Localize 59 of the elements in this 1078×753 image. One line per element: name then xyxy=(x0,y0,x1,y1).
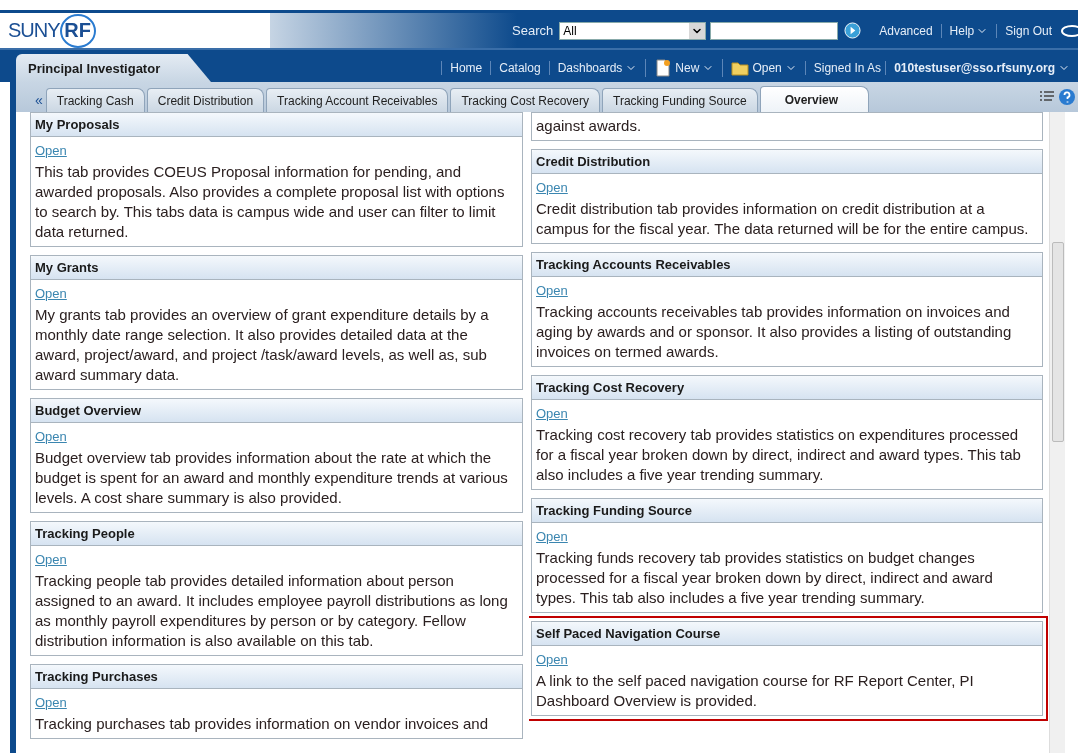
search-scope-dropdown[interactable]: All xyxy=(559,21,707,40)
page-tab[interactable]: Tracking Cost Recovery xyxy=(450,88,600,112)
page-tab[interactable]: Tracking Cash xyxy=(45,88,145,112)
open-link[interactable]: Open xyxy=(35,140,67,162)
page-tab[interactable]: Tracking Account Receivables xyxy=(266,88,449,112)
open-link[interactable]: Open xyxy=(536,280,568,302)
chat-icon[interactable] xyxy=(1060,23,1078,38)
folder-icon xyxy=(731,59,750,77)
new-document-icon xyxy=(654,59,673,77)
page-tab[interactable]: Credit Distribution xyxy=(146,88,265,112)
open-link[interactable]: Open xyxy=(536,649,568,671)
search-label: Search xyxy=(512,23,554,38)
nav-link[interactable]: Catalog xyxy=(490,61,549,75)
user-menu[interactable]: 010testuser@sso.rfsuny.org xyxy=(885,61,1078,75)
card-title: Self Paced Navigation Course xyxy=(532,622,1042,646)
open-link[interactable]: Open xyxy=(536,403,568,425)
go-icon[interactable] xyxy=(844,22,862,39)
search-field[interactable] xyxy=(710,21,839,40)
card-description: Tracking accounts receivables tab provides information on invoices and aging by awards and or sponsor. It also provides a listing of outstanding invoices on termed awards. xyxy=(536,302,1013,362)
open-link[interactable]: Open xyxy=(35,426,67,448)
open-link[interactable]: Open xyxy=(35,283,67,305)
nav-link[interactable]: New xyxy=(645,59,723,77)
open-link[interactable]: Open xyxy=(536,526,568,548)
card-description: A link to the self paced navigation course for RF Report Center, PI Dashboard Overview is provided. xyxy=(536,671,975,711)
card-title: Budget Overview xyxy=(31,399,522,423)
card-description: against awards. xyxy=(536,116,643,136)
card-description: Tracking people tab provides detailed information about person assigned to an award. It includes employee payroll distributions as long as monthly payroll expenditures by person or by category. Fellow distribution information is also available on this tab. xyxy=(35,571,509,651)
scrollbar[interactable] xyxy=(1049,112,1065,753)
card-description: Tracking funds recovery tab provides statistics on budget changes processed for a fiscal year broken down by direct, indirect and award types. This tab also includes a five year trending summary. xyxy=(536,548,994,608)
dashboard-title-tab[interactable]: Principal Investigator xyxy=(16,54,211,82)
page-tab[interactable]: Overview xyxy=(759,86,869,112)
card-title: Tracking People xyxy=(31,522,522,546)
open-link[interactable]: Open xyxy=(536,177,568,199)
card-title: Credit Distribution xyxy=(532,150,1042,174)
header-link[interactable]: Help xyxy=(941,23,998,38)
dropdown-button[interactable] xyxy=(689,22,706,39)
scroll-tabs-button[interactable]: « xyxy=(32,88,46,112)
card-description: Credit distribution tab provides information on credit distribution at a campus for the fiscal year. The data returned will be for the entire campus. xyxy=(536,199,1030,239)
open-link[interactable]: Open xyxy=(35,549,67,571)
card-title: Tracking Purchases xyxy=(31,665,522,689)
card-description: Budget overview tab provides information about the rate at which the budget is spent for an award and monthly expenditure trends at various levels. A cost share summary is also provided. xyxy=(35,448,509,508)
card-description: This tab provides COEUS Proposal information for pending, and awarded proposals. Also provides a complete proposal list with options to search by. This tabs data is campus wide and user can filter to limit data returned. xyxy=(35,162,506,242)
page-tab[interactable]: Tracking Funding Source xyxy=(602,88,758,112)
card-title: Tracking Cost Recovery xyxy=(532,376,1042,400)
signed-in-label: Signed In As xyxy=(804,61,886,75)
header-link[interactable]: Advanced xyxy=(871,23,942,38)
nav-link[interactable]: Dashboards xyxy=(548,61,646,75)
card-title: Tracking Accounts Receivables xyxy=(532,253,1042,277)
open-link[interactable]: Open xyxy=(35,692,67,714)
card-description: Tracking cost recovery tab provides statistics on expenditures processed for a fiscal year broken down by direct, indirect and award types. This tab also includes a five year trending summary. xyxy=(536,425,1022,485)
nav-link[interactable]: Home xyxy=(441,61,491,75)
card-title: My Grants xyxy=(31,256,522,280)
nav-link[interactable]: Open xyxy=(722,59,805,77)
card-description: My grants tab provides an overview of grant expenditure details by a monthly date range selection. It also provides detailed data at the award, project/award, and project /task/award levels, as well as, sub award summary data. xyxy=(35,305,490,385)
header-link[interactable]: Sign Out xyxy=(997,23,1060,38)
card-title: Tracking Funding Source xyxy=(532,499,1042,523)
card-title: My Proposals xyxy=(31,113,522,137)
help-icon[interactable] xyxy=(1058,88,1076,106)
card-description: Tracking purchases tab provides information on vendor invoices and xyxy=(35,714,490,734)
